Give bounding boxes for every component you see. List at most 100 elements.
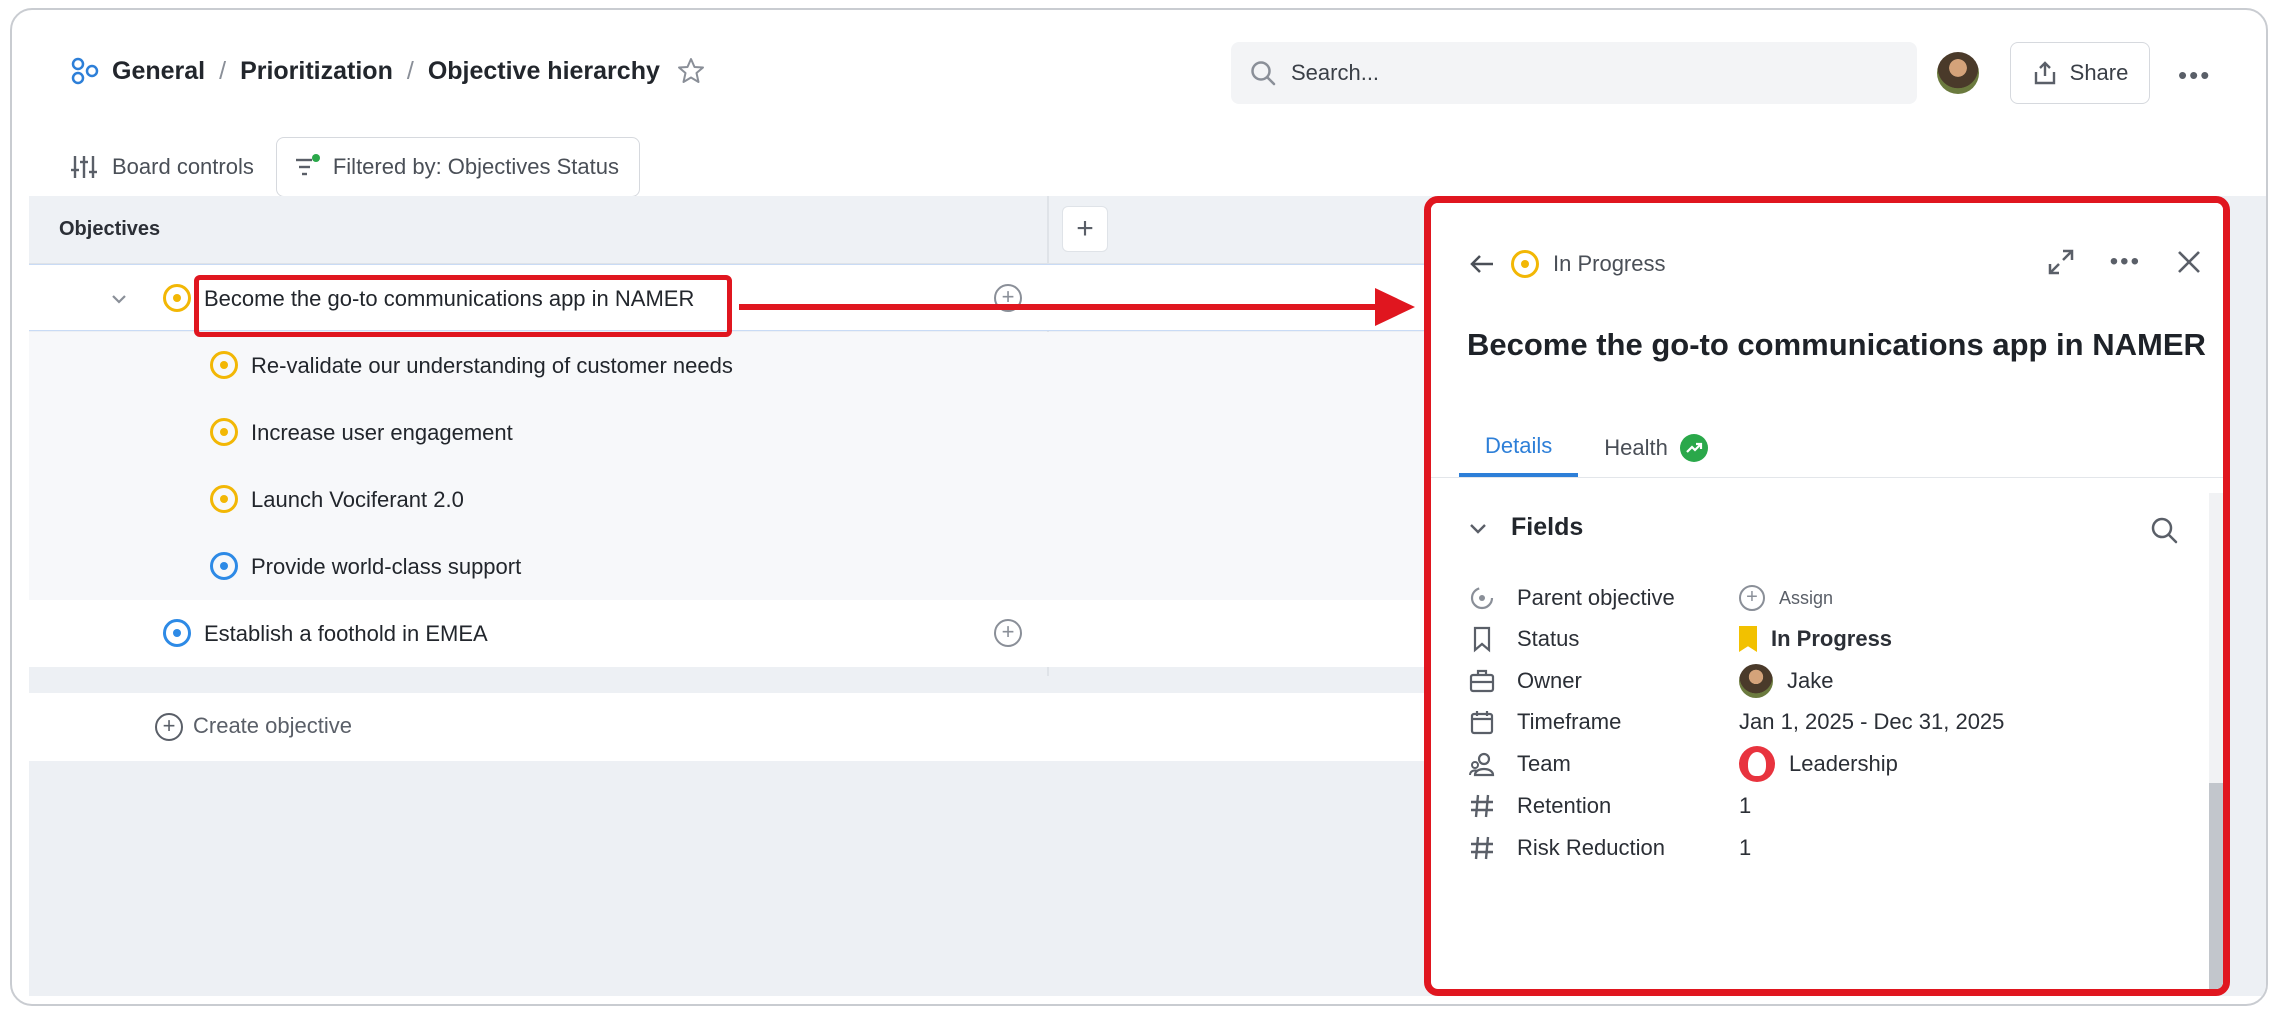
- board-controls-button[interactable]: Board controls: [70, 153, 254, 181]
- avatar: [1739, 664, 1773, 698]
- row-label[interactable]: Provide world-class support: [251, 554, 521, 580]
- tab-health-label: Health: [1604, 435, 1668, 460]
- search-icon[interactable]: [2149, 515, 2179, 545]
- add-icon: +: [155, 713, 183, 741]
- share-button[interactable]: Share: [2010, 42, 2150, 104]
- add-column-button[interactable]: +: [1062, 206, 1108, 252]
- field-name: Status: [1517, 626, 1580, 651]
- field-value: In Progress: [1771, 626, 1893, 651]
- row-label[interactable]: Re-validate our understanding of custome…: [251, 353, 733, 379]
- status-in-progress-icon: [210, 485, 238, 513]
- breadcrumb-prioritization[interactable]: Prioritization: [240, 57, 393, 86]
- status-in-progress-icon: [1511, 250, 1539, 278]
- field-timeframe: Timeframe Jan 1, 2025 - Dec 31, 2025: [1467, 699, 2187, 745]
- hash-icon: [1467, 791, 1497, 821]
- annotation-highlight-box: [194, 275, 732, 337]
- retention-value[interactable]: 1: [1739, 793, 1751, 819]
- team-logo-icon: [1739, 746, 1775, 782]
- close-icon[interactable]: [2175, 248, 2203, 276]
- filter-chip[interactable]: Filtered by: Objectives Status: [275, 137, 640, 197]
- sliders-icon: [71, 156, 97, 178]
- table-row[interactable]: Establish a foothold in EMEA +: [29, 600, 1429, 667]
- field-status: Status In Progress: [1467, 616, 2187, 662]
- page-title: Objective hierarchy: [427, 56, 660, 85]
- field-parent-objective: Parent objective + Assign: [1467, 575, 2187, 621]
- field-name: Timeframe: [1517, 709, 1622, 734]
- field-name: Team: [1517, 751, 1571, 776]
- field-value: Jake: [1787, 668, 1834, 693]
- bookmark-icon: [1467, 624, 1497, 654]
- filter-icon: [295, 154, 320, 176]
- row-label[interactable]: Increase user engagement: [251, 420, 513, 446]
- more-options-icon[interactable]: •••: [2178, 60, 2211, 91]
- breadcrumb-separator: /: [406, 56, 414, 85]
- field-name: Owner: [1517, 668, 1582, 693]
- team-value[interactable]: Leadership: [1739, 746, 1898, 782]
- tab-details[interactable]: Details: [1459, 419, 1579, 477]
- panel-scroll-thumb[interactable]: [2209, 783, 2223, 989]
- risk-reduction-value[interactable]: 1: [1739, 835, 1751, 861]
- add-icon: +: [1739, 585, 1765, 611]
- panel-tabs: Details Health: [1459, 419, 1734, 477]
- workspace-logo-icon: [71, 57, 99, 85]
- chevron-down-icon[interactable]: [109, 289, 129, 309]
- status-planned-icon: [210, 552, 238, 580]
- app-window: General / Prioritization / Objective hie…: [10, 8, 2268, 1006]
- row-label[interactable]: Establish a foothold in EMEA: [204, 621, 488, 647]
- tab-health[interactable]: Health: [1578, 419, 1734, 477]
- field-value: Assign: [1779, 587, 1834, 608]
- field-value: 1: [1739, 835, 1752, 860]
- field-value: Jan 1, 2025 - Dec 31, 2025: [1739, 709, 2005, 734]
- field-risk-reduction: Risk Reduction 1: [1467, 825, 2187, 871]
- search-placeholder: Search...: [1291, 60, 1380, 85]
- status-value[interactable]: In Progress: [1739, 626, 1892, 652]
- row-label[interactable]: Launch Vociferant 2.0: [251, 487, 464, 513]
- field-name: Retention: [1517, 793, 1612, 818]
- expand-icon[interactable]: [2046, 247, 2076, 277]
- team-icon: [1467, 749, 1497, 779]
- panel-status-label[interactable]: In Progress: [1553, 251, 1666, 277]
- briefcase-icon: [1467, 666, 1497, 696]
- chevron-down-icon: [1470, 523, 1486, 534]
- back-arrow-icon[interactable]: [1467, 249, 1497, 279]
- more-options-icon[interactable]: •••: [2110, 248, 2141, 276]
- panel-status: In Progress: [1467, 249, 1666, 279]
- breadcrumb-general[interactable]: General: [112, 57, 205, 86]
- table-row[interactable]: Re-validate our understanding of custome…: [29, 332, 1429, 399]
- add-child-icon[interactable]: +: [994, 619, 1022, 647]
- share-label: Share: [2069, 60, 2129, 85]
- timeframe-value[interactable]: Jan 1, 2025 - Dec 31, 2025: [1739, 709, 2004, 735]
- star-icon[interactable]: [676, 56, 706, 86]
- status-flag-icon: [1739, 626, 1757, 652]
- board-controls-label: Board controls: [112, 154, 254, 179]
- create-objective-label: Create objective: [193, 713, 352, 738]
- table-row[interactable]: Provide world-class support: [29, 533, 1429, 600]
- search-icon: [1251, 61, 1276, 86]
- user-avatar[interactable]: [1937, 52, 1979, 94]
- owner-value[interactable]: Jake: [1739, 664, 1833, 698]
- create-objective-button[interactable]: + Create objective: [29, 693, 1429, 761]
- fields-label: Fields: [1511, 513, 1584, 541]
- parent-objective-icon: [1467, 583, 1497, 613]
- field-value: 1: [1739, 793, 1752, 818]
- panel-actions: •••: [2046, 247, 2203, 277]
- filter-label: Filtered by: Objectives Status: [332, 154, 619, 179]
- breadcrumb: General / Prioritization / Objective hie…: [70, 56, 706, 86]
- hash-icon: [1467, 833, 1497, 863]
- search-input[interactable]: Search...: [1231, 42, 1917, 104]
- field-team: Team Leadership: [1467, 741, 2187, 787]
- tab-details-label: Details: [1485, 433, 1553, 458]
- status-in-progress-icon: [210, 351, 238, 379]
- assign-parent-button[interactable]: + Assign: [1739, 585, 1833, 611]
- panel-header: In Progress ••• Become the go-to communi…: [1431, 203, 2223, 478]
- fields-section-toggle[interactable]: Fields: [1467, 513, 1583, 542]
- status-planned-icon: [163, 619, 191, 647]
- share-icon: [2034, 61, 2055, 85]
- table-row[interactable]: Launch Vociferant 2.0: [29, 466, 1429, 533]
- table-row[interactable]: Increase user engagement: [29, 399, 1429, 466]
- health-trend-icon: [1679, 434, 1708, 462]
- field-owner: Owner Jake: [1467, 658, 2187, 704]
- toolbar: Board controls Filtered by: Objectives S…: [70, 137, 640, 197]
- objective-detail-panel: In Progress ••• Become the go-to communi…: [1424, 196, 2230, 996]
- column-header-label: Objectives: [59, 218, 161, 240]
